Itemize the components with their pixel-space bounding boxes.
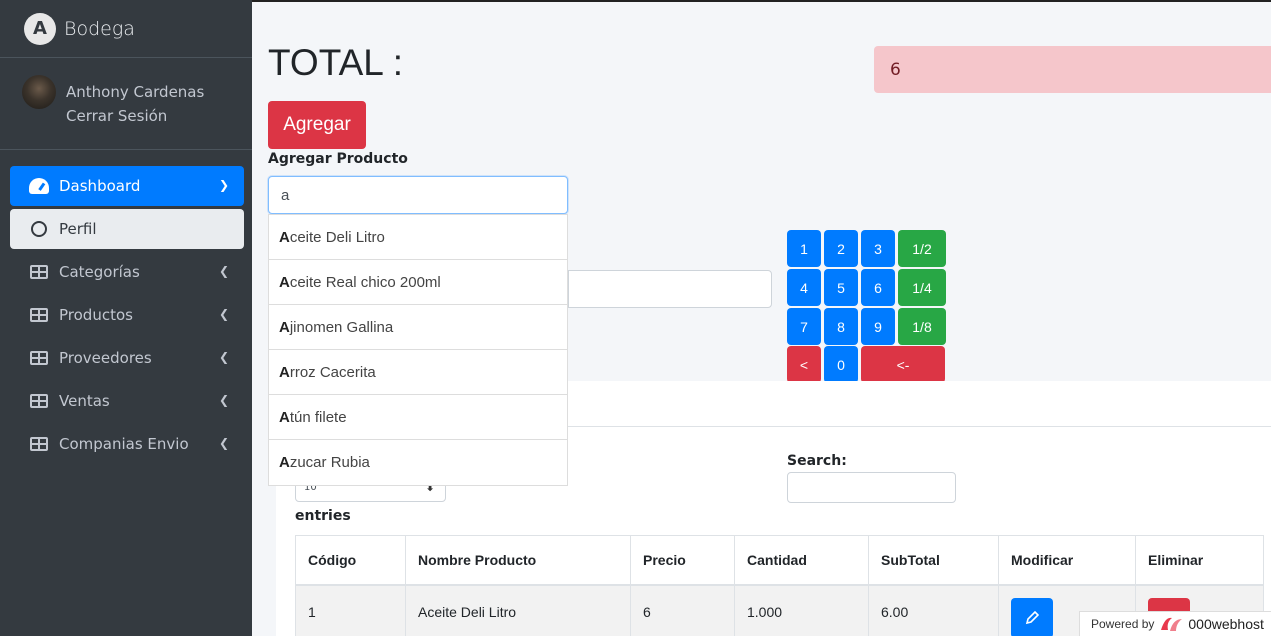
key-0[interactable]: 0	[824, 346, 858, 383]
column-header[interactable]: Nombre Producto	[405, 535, 631, 586]
cell-cantidad: 1.000	[734, 584, 869, 636]
key-3[interactable]: 3	[861, 230, 895, 267]
sidebar-item-label: Perfil	[59, 220, 97, 238]
chevron-left-icon: ❮	[218, 307, 229, 321]
table-search-input[interactable]	[787, 472, 956, 503]
key-half[interactable]: 1/2	[898, 230, 946, 267]
column-header[interactable]: SubTotal	[868, 535, 999, 586]
chevron-left-icon: ❮	[218, 264, 229, 278]
key-eighth[interactable]: 1/8	[898, 308, 946, 345]
key-clear[interactable]: <-	[861, 346, 945, 383]
user-name[interactable]: Anthony Cardenas	[66, 83, 204, 101]
sidebar-item-label: Ventas	[59, 392, 110, 410]
table-icon	[29, 307, 49, 323]
table-icon	[29, 436, 49, 452]
key-8[interactable]: 8	[824, 308, 858, 345]
cell-precio: 6	[630, 584, 735, 636]
cell-codigo: 1	[295, 584, 406, 636]
table-icon	[29, 264, 49, 280]
pencil-icon	[1025, 610, 1039, 624]
key-5[interactable]: 5	[824, 269, 858, 306]
key-7[interactable]: 7	[787, 308, 821, 345]
sidebar-item-dashboard[interactable]: Dashboard ❯	[10, 166, 244, 206]
table-header-row: Código Nombre Producto Precio Cantidad S…	[295, 535, 1264, 586]
agregar-button[interactable]: Agregar	[268, 101, 366, 149]
user-panel: Anthony Cardenas Cerrar Sesión	[0, 59, 252, 150]
key-2[interactable]: 2	[824, 230, 858, 267]
autocomplete-item[interactable]: Arroz Cacerita	[269, 350, 567, 395]
agregar-producto-label: Agregar Producto	[268, 151, 408, 167]
autocomplete-item[interactable]: Aceite Deli Litro	[269, 215, 567, 260]
chevron-left-icon: ❮	[218, 393, 229, 407]
main-content: TOTAL : 6 Agregar Agregar Producto Aceit…	[252, 2, 1271, 636]
table-icon	[29, 393, 49, 409]
sidebar: A Bodega Anthony Cardenas Cerrar Sesión …	[0, 0, 252, 636]
logout-link[interactable]: Cerrar Sesión	[66, 107, 167, 125]
key-back[interactable]: <	[787, 346, 821, 383]
webhost-logo-icon	[1161, 617, 1183, 631]
powered-by-label: Powered by	[1091, 617, 1155, 631]
sidebar-item-label: Categorías	[59, 263, 140, 281]
chevron-left-icon: ❮	[218, 436, 229, 450]
column-header[interactable]: Cantidad	[734, 535, 869, 586]
quantity-input[interactable]	[568, 270, 772, 308]
cell-nombre: Aceite Deli Litro	[405, 584, 631, 636]
autocomplete-item[interactable]: Atún filete	[269, 395, 567, 440]
autocomplete-item[interactable]: Aceite Real chico 200ml	[269, 260, 567, 305]
table-search-label: Search:	[787, 453, 847, 469]
key-1[interactable]: 1	[787, 230, 821, 267]
chevron-down-icon: ❯	[218, 178, 229, 192]
autocomplete-item[interactable]: Ajinomen Gallina	[269, 305, 567, 350]
sidebar-item-categorias[interactable]: Categorías ❮	[10, 252, 244, 292]
column-header[interactable]: Código	[295, 535, 406, 586]
column-header[interactable]: Eliminar	[1135, 535, 1264, 586]
brand-name: Bodega	[64, 17, 135, 40]
powered-by-badge[interactable]: Powered by 000webhost	[1079, 611, 1271, 636]
product-search-input[interactable]	[268, 176, 568, 214]
column-header[interactable]: Modificar	[998, 535, 1136, 586]
webhost-name: 000webhost	[1188, 616, 1264, 632]
sidebar-nav: Dashboard ❯ Perfil Categorías ❮ Producto…	[10, 166, 244, 467]
autocomplete-item[interactable]: Azucar Rubia	[269, 440, 567, 485]
sidebar-item-ventas[interactable]: Ventas ❮	[10, 381, 244, 421]
brand-logo-icon: A	[24, 12, 56, 45]
sidebar-item-label: Companias Envio	[59, 435, 189, 453]
avatar	[22, 75, 56, 109]
tachometer-icon	[29, 178, 49, 194]
chevron-left-icon: ❮	[218, 350, 229, 364]
table-icon	[29, 350, 49, 366]
key-9[interactable]: 9	[861, 308, 895, 345]
key-4[interactable]: 4	[787, 269, 821, 306]
autocomplete-list: Aceite Deli Litro Aceite Real chico 200m…	[268, 214, 568, 486]
sidebar-item-proveedores[interactable]: Proveedores ❮	[10, 338, 244, 378]
key-6[interactable]: 6	[861, 269, 895, 306]
cell-subtotal: 6.00	[868, 584, 999, 636]
column-header[interactable]: Precio	[630, 535, 735, 586]
sidebar-item-label: Productos	[59, 306, 133, 324]
sidebar-item-perfil[interactable]: Perfil	[10, 209, 244, 249]
sidebar-item-companias-envio[interactable]: Companias Envio ❮	[10, 424, 244, 464]
total-label: TOTAL :	[268, 42, 404, 83]
sidebar-item-productos[interactable]: Productos ❮	[10, 295, 244, 335]
entries-label: entries	[295, 508, 351, 524]
total-value: 6	[874, 46, 1271, 93]
circle-icon	[29, 221, 49, 237]
brand-link[interactable]: A Bodega	[0, 0, 252, 58]
sidebar-item-label: Proveedores	[59, 349, 152, 367]
sidebar-item-label: Dashboard	[59, 177, 141, 195]
key-quarter[interactable]: 1/4	[898, 269, 946, 306]
edit-button[interactable]	[1011, 597, 1053, 636]
